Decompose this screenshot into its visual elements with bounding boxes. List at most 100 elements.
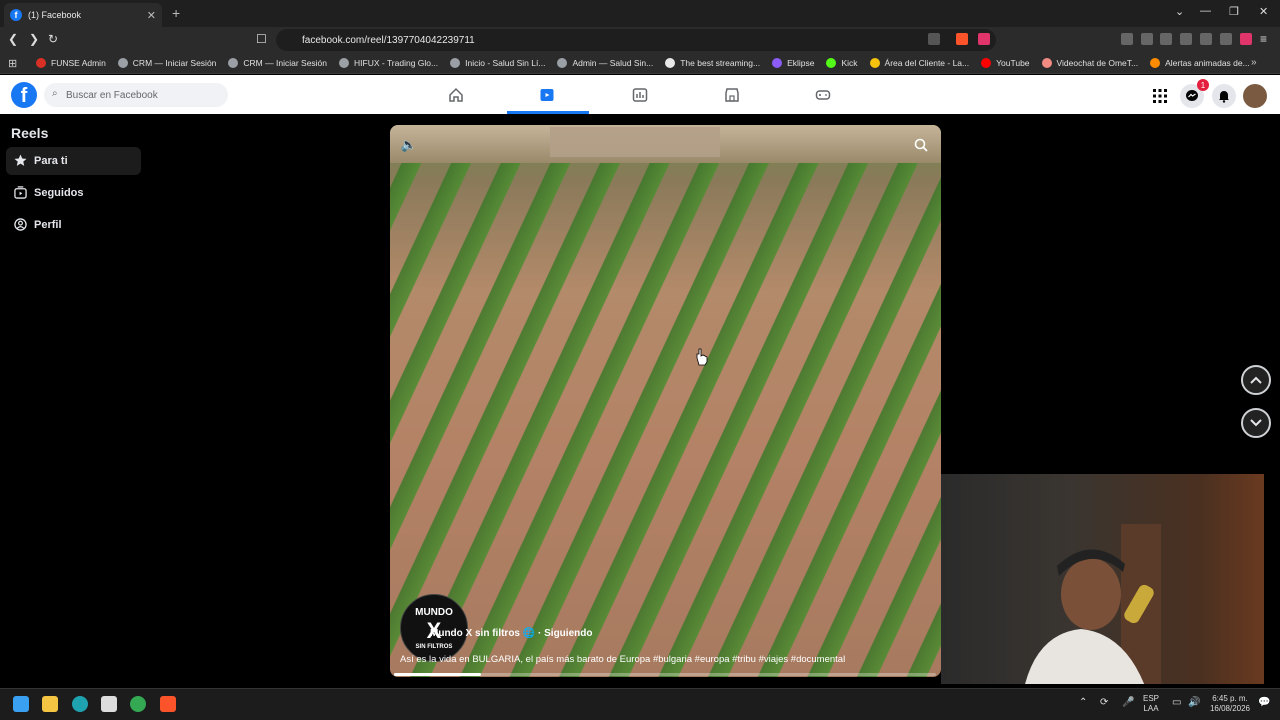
facebook-logo-icon[interactable]: f: [11, 82, 37, 108]
chrome-icon[interactable]: [130, 696, 146, 712]
language-indicator[interactable]: ESP LAA: [1143, 694, 1159, 714]
bookmark-label: Área del Cliente - La...: [884, 58, 970, 68]
follow-status[interactable]: · Siguiendo: [538, 628, 592, 639]
sidebar-item-label: Perfil: [34, 219, 62, 231]
bookmark-item[interactable]: CRM — Iniciar Sesión: [228, 58, 327, 68]
store-icon[interactable]: [101, 696, 117, 712]
brave-shield-icon[interactable]: [956, 33, 968, 45]
bookmark-favicon-icon: [1041, 58, 1052, 68]
channel-name[interactable]: Mundo X sin filtros: [430, 628, 520, 639]
url-text: facebook.com/reel/1397704042239711: [302, 34, 475, 46]
address-bar[interactable]: facebook.com/reel/1397704042239711: [276, 29, 996, 51]
sidebar-title: Reels: [11, 125, 49, 141]
bookmark-label: Kick: [841, 58, 858, 68]
vpn-icon[interactable]: [1220, 33, 1232, 45]
speaker-icon[interactable]: 🔊: [1188, 698, 1200, 708]
edge-icon[interactable]: [72, 696, 88, 712]
bookmark-item[interactable]: Inicio - Salud Sin Lí...: [450, 58, 545, 68]
bookmark-item[interactable]: Área del Cliente - La...: [869, 58, 970, 68]
video-nav-icon[interactable]: [631, 86, 649, 104]
microphone-icon[interactable]: 🎤: [1122, 698, 1134, 708]
tray-overflow-icon[interactable]: ⌃: [1079, 698, 1087, 708]
close-window-button[interactable]: ✕: [1259, 5, 1268, 18]
browser-tab[interactable]: f (1) Facebook ✕: [4, 3, 162, 27]
bookmark-label: YouTube: [996, 58, 1030, 68]
reels-nav-icon[interactable]: [538, 86, 556, 104]
bookmark-item[interactable]: Videochat de OmeT...: [1041, 58, 1138, 68]
file-explorer-icon[interactable]: [42, 696, 58, 712]
brave-icon[interactable]: [160, 696, 176, 712]
sidebar-item-perfil[interactable]: Perfil: [6, 211, 141, 239]
cast-icon[interactable]: [928, 33, 940, 45]
notification-center-icon[interactable]: 💬: [1258, 698, 1270, 708]
tab-search-chevron-icon[interactable]: ⌄: [1175, 5, 1184, 18]
home-nav-icon[interactable]: [447, 86, 465, 104]
windows-start-icon[interactable]: [13, 696, 29, 712]
network-icon[interactable]: ▭: [1172, 698, 1181, 708]
kick-extension-icon[interactable]: [1240, 33, 1252, 45]
bookmark-item[interactable]: CRM — Iniciar Sesión: [117, 58, 216, 68]
facebook-search-input[interactable]: ⌕ Buscar en Facebook: [44, 83, 228, 107]
previous-reel-button[interactable]: [1241, 365, 1271, 395]
bookmark-favicon-icon: [772, 58, 783, 68]
active-tab-indicator: [507, 111, 589, 114]
minimize-button[interactable]: —: [1200, 5, 1211, 17]
sync-icon[interactable]: ⟳: [1100, 698, 1108, 708]
bookmark-item[interactable]: The best streaming...: [665, 58, 760, 68]
restore-button[interactable]: ❐: [1229, 5, 1239, 18]
more-bookmarks-icon[interactable]: »: [1251, 57, 1257, 68]
video-building: [550, 127, 720, 157]
apps-grid-icon[interactable]: ⊞: [8, 57, 17, 70]
menu-grid-icon[interactable]: [1148, 84, 1172, 108]
bookmark-item[interactable]: Admin — Salud Sin...: [557, 58, 653, 68]
bookmark-item[interactable]: Kick: [826, 58, 858, 68]
bookmark-item[interactable]: FUNSE Admin: [36, 58, 106, 68]
bookmark-label: The best streaming...: [680, 58, 761, 68]
browser-toolbar: ❮ ❯ ↻ ☐ facebook.com/reel/13977040422397…: [0, 27, 1280, 71]
back-button[interactable]: ❮: [8, 32, 18, 46]
gaming-nav-icon[interactable]: [814, 86, 832, 104]
clock-date: 16/08/2026: [1209, 704, 1251, 713]
new-tab-button[interactable]: +: [172, 5, 180, 21]
notifications-bell-icon[interactable]: [1212, 84, 1236, 108]
tab-title: (1) Facebook: [28, 10, 82, 20]
sidebar-item-label: Para ti: [34, 155, 68, 167]
clock-time: 6:45 p. m.: [1212, 694, 1248, 703]
reload-button[interactable]: ↻: [48, 32, 58, 46]
forward-button[interactable]: ❯: [29, 32, 39, 46]
channel-avatar-bottom-text: SIN FILTROS: [415, 643, 453, 650]
sidebar-item-para-ti[interactable]: Para ti: [6, 147, 141, 175]
wallet-icon[interactable]: [1180, 33, 1192, 45]
extensions-icon[interactable]: [1121, 33, 1133, 45]
sidebar-icon[interactable]: [1160, 33, 1172, 45]
bookmark-label: FUNSE Admin: [51, 58, 106, 68]
brave-rewards-icon[interactable]: [978, 33, 990, 45]
video-progress-fill: [394, 673, 481, 676]
bookmark-favicon-icon: [665, 58, 676, 68]
bookmark-icon[interactable]: ☐: [256, 32, 267, 46]
bookmark-item[interactable]: HIFUX - Trading Glo...: [339, 58, 438, 68]
search-reel-icon[interactable]: [910, 134, 932, 156]
bookmark-item[interactable]: YouTube: [981, 58, 1030, 68]
reel-video[interactable]: [390, 125, 941, 677]
leo-icon[interactable]: [1200, 33, 1212, 45]
bookmark-item[interactable]: Alertas animadas de...: [1150, 58, 1250, 68]
sidebar-item-seguidos[interactable]: Seguidos: [6, 179, 141, 207]
bookmark-favicon-icon: [557, 58, 568, 68]
profile-icon: [14, 218, 27, 231]
language-top: ESP: [1143, 694, 1160, 703]
profile-avatar[interactable]: [1243, 84, 1267, 108]
volume-icon[interactable]: 🔈: [398, 134, 420, 156]
bookmark-item[interactable]: Eklipse: [772, 58, 814, 68]
messenger-badge: 1: [1197, 79, 1209, 91]
close-tab-icon[interactable]: ✕: [147, 9, 156, 22]
media-icon[interactable]: [1141, 33, 1153, 45]
next-reel-button[interactable]: [1241, 408, 1271, 438]
video-progress-bar[interactable]: [394, 673, 936, 676]
search-placeholder: Buscar en Facebook: [66, 89, 158, 101]
follow-icon: [14, 186, 27, 199]
browser-tab-strip: f (1) Facebook ✕ + ⌄ — ❐ ✕: [0, 0, 1280, 27]
menu-icon[interactable]: ≡: [1260, 32, 1267, 46]
clock[interactable]: 6:45 p. m. 16/08/2026: [1206, 694, 1254, 714]
marketplace-nav-icon[interactable]: [723, 86, 741, 104]
